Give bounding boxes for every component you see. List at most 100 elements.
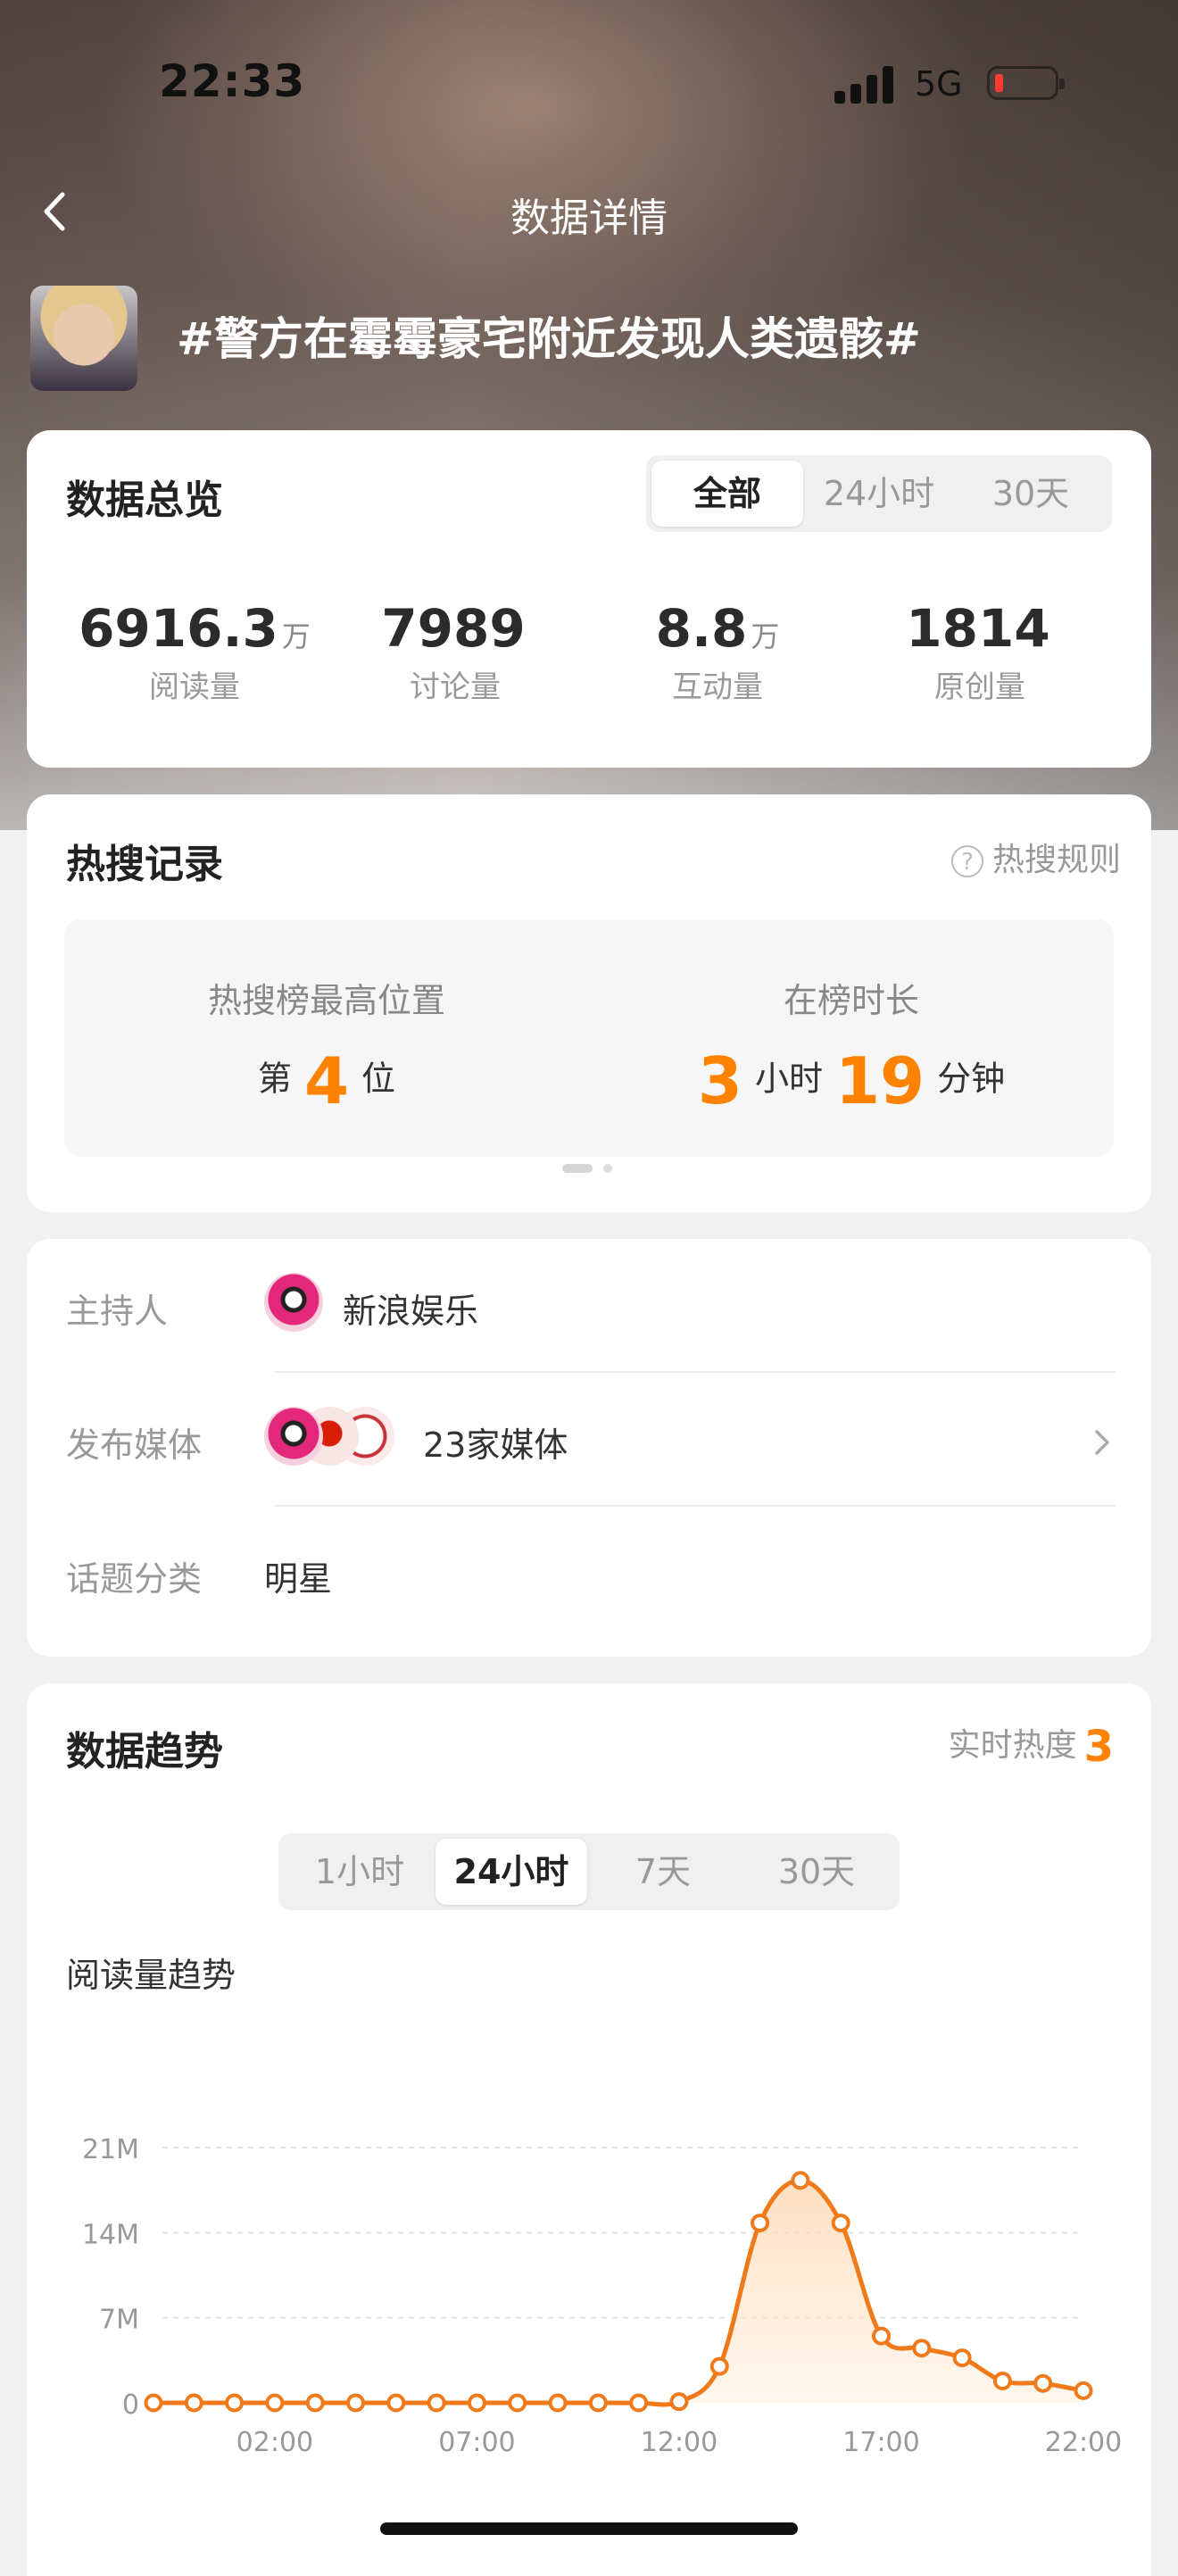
data-point [427, 2393, 446, 2413]
stat-reads-value: 6916.3 [79, 598, 278, 659]
data-point [184, 2393, 203, 2413]
hot-search-card: 热搜记录 ? 热搜规则 热搜榜最高位置 第4位 在榜时长 3 小时 19 分钟 [27, 794, 1151, 1212]
realtime-heat: 实时热度 3 [949, 1719, 1114, 1772]
chevron-right-icon [1095, 1430, 1109, 1455]
stat-originals: 1814 原创量 [846, 598, 1114, 706]
stat-originals-label: 原创量 [934, 669, 1025, 705]
data-point [952, 2348, 972, 2368]
data-point [1074, 2381, 1093, 2400]
data-point [346, 2393, 366, 2413]
hot-search-summary: 热搜榜最高位置 第4位 在榜时长 3 小时 19 分钟 [64, 919, 1114, 1157]
stat-discussions: 7989 讨论量 [321, 598, 589, 706]
tab-30d[interactable]: 30天 [955, 461, 1107, 527]
home-indicator[interactable] [380, 2522, 798, 2535]
tab-24h-trend[interactable]: 24小时 [436, 1839, 587, 1905]
page-title: 数据详情 [510, 195, 668, 241]
data-point [588, 2393, 608, 2413]
media-value: 23家媒体 [423, 1425, 568, 1465]
nav-bar: 数据详情 [0, 170, 1178, 250]
data-point [912, 2339, 932, 2358]
signal-icon [834, 64, 897, 104]
hot-search-rules-link[interactable]: ? 热搜规则 [950, 834, 1121, 880]
status-time: 22:33 [159, 55, 306, 107]
data-point [992, 2371, 1012, 2390]
host-row: 主持人 新浪娱乐 [66, 1239, 1116, 1373]
data-point [709, 2356, 729, 2376]
topic-title: #警方在霉霉豪宅附近发现人类遗骸# [177, 313, 921, 365]
question-icon: ? [950, 845, 983, 877]
data-point [265, 2393, 285, 2413]
x-tick-label: 02:00 [236, 2427, 313, 2458]
host-value: 新浪娱乐 [343, 1292, 479, 1331]
stat-interactions-unit: 万 [751, 619, 780, 653]
category-label: 话题分类 [66, 1559, 203, 1599]
media-label: 发布媒体 [66, 1425, 203, 1465]
tab-7d[interactable]: 7天 [587, 1839, 739, 1905]
chart-title: 阅读量趋势 [66, 1956, 236, 1995]
data-point [751, 2213, 770, 2232]
y-tick-label: 14M [82, 2219, 139, 2250]
data-point [467, 2393, 486, 2413]
realtime-heat-value: 3 [1083, 1722, 1114, 1772]
series-area [153, 2180, 1083, 2406]
data-point [831, 2213, 850, 2232]
peak-position-label: 热搜榜最高位置 [207, 981, 445, 1020]
y-tick-label: 7M [99, 2305, 139, 2336]
data-point [508, 2393, 527, 2413]
stat-interactions: 8.8 万 互动量 [584, 598, 851, 706]
stat-discussions-value: 7989 [381, 598, 526, 659]
hours-unit: 小时 [754, 1059, 823, 1099]
stat-reads: 6916.3 万 阅读量 [61, 598, 328, 706]
minutes-value: 19 [834, 1043, 925, 1118]
tab-1h[interactable]: 1小时 [284, 1839, 436, 1905]
listing-duration-label: 在榜时长 [783, 981, 919, 1020]
x-tick-label: 22:00 [1045, 2427, 1122, 2458]
stat-interactions-label: 互动量 [672, 669, 763, 705]
y-tick-label: 0 [122, 2389, 139, 2421]
network-type: 5G [915, 64, 963, 104]
stat-discussions-label: 讨论量 [410, 669, 501, 705]
x-tick-label: 12:00 [641, 2427, 718, 2458]
x-tick-label: 17:00 [842, 2427, 919, 2458]
media-row[interactable]: 发布媒体 23家媒体 [66, 1373, 1116, 1507]
stat-interactions-value: 8.8 [655, 598, 748, 659]
category-value: 明星 [264, 1559, 333, 1599]
battery-icon [987, 66, 1065, 100]
trend-card: 数据趋势 实时热度 3 1小时 24小时 7天 30天 阅读量趋势 0 7M 14M 2… [27, 1683, 1151, 2576]
tab-24h[interactable]: 24小时 [803, 461, 955, 527]
minutes-unit: 分钟 [937, 1059, 1006, 1099]
data-point [225, 2393, 245, 2413]
status-bar: 22:33 5G [0, 0, 1178, 170]
topic-avatar [30, 286, 137, 391]
overview-title: 数据总览 [66, 478, 223, 523]
peak-prefix: 第 [257, 1059, 292, 1099]
overview-tabs: 全部 24小时 30天 [646, 455, 1112, 532]
topic-header: #警方在霉霉豪宅附近发现人类遗骸# [30, 286, 1155, 393]
listing-duration: 在榜时长 3 小时 19 分钟 [589, 973, 1114, 1118]
peak-position: 热搜榜最高位置 第4位 [64, 973, 589, 1118]
tab-30d-trend[interactable]: 30天 [739, 1839, 894, 1905]
peak-value: 4 [303, 1043, 350, 1118]
hot-search-rules-label: 热搜规则 [991, 842, 1121, 878]
data-point [144, 2393, 163, 2413]
reads-trend-chart: 0 7M 14M 21M 02:00 07:00 12:00 17:00 22:00 [82, 2134, 1122, 2458]
data-point [791, 2171, 810, 2190]
data-point [386, 2393, 406, 2413]
trend-range-tabs: 1小时 24小时 7天 30天 [278, 1833, 900, 1910]
data-point [629, 2393, 649, 2413]
data-point [548, 2393, 568, 2413]
data-point [871, 2326, 891, 2346]
hours-value: 3 [697, 1043, 742, 1118]
media-logo-sina [264, 1407, 323, 1466]
stat-reads-label: 阅读量 [149, 669, 240, 705]
data-point [1033, 2373, 1053, 2393]
topic-info-card: 主持人 新浪娱乐 发布媒体 23家媒体 话题分类 明星 [27, 1239, 1151, 1657]
stat-originals-value: 1814 [906, 598, 1050, 659]
host-label: 主持人 [66, 1292, 169, 1331]
stat-reads-unit: 万 [281, 619, 311, 653]
overview-card: 数据总览 全部 24小时 30天 6916.3 万 阅读量 7989 讨论量 8.… [27, 430, 1151, 768]
sina-entertainment-logo [264, 1273, 323, 1332]
y-tick-label: 21M [82, 2134, 139, 2165]
hot-search-title: 热搜记录 [66, 842, 223, 887]
tab-all[interactable]: 全部 [651, 461, 803, 527]
